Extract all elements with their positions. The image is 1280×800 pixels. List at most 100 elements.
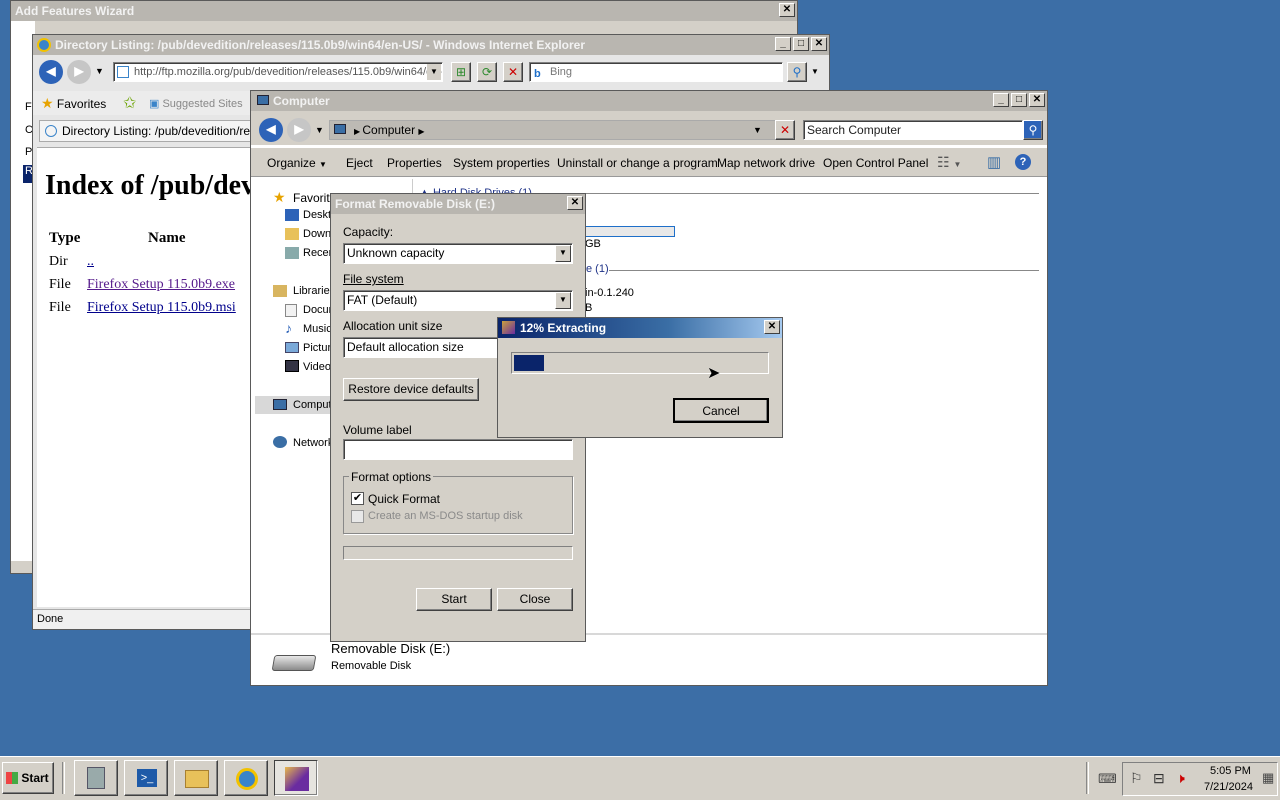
documents-icon — [285, 304, 297, 317]
start-button[interactable]: Start — [416, 588, 492, 611]
computer-icon — [257, 95, 269, 105]
ie-search-options-icon[interactable]: ▼ — [811, 67, 819, 76]
clock-date[interactable]: 7/21/2024 — [1204, 781, 1253, 793]
format-titlebar: Format Removable Disk (E:) — [331, 194, 585, 214]
properties-button[interactable]: Properties — [387, 156, 442, 170]
map-network-drive-button[interactable]: Map network drive — [717, 156, 815, 170]
action-center-flag-icon[interactable]: ⚐ — [1130, 770, 1143, 787]
ie-close-button[interactable]: ✕ — [811, 37, 827, 51]
msdos-label: Create an MS-DOS startup disk — [368, 510, 523, 522]
row-name-link[interactable]: Firefox Setup 115.0b9.exe — [87, 277, 235, 293]
explorer-breadcrumb[interactable]: ▶ Computer ▶ — [329, 120, 779, 140]
ie-maximize-button[interactable]: □ — [793, 37, 809, 51]
favorites-button[interactable]: ★ Favorites — [41, 95, 106, 112]
explorer-taskbar-button[interactable] — [174, 760, 218, 796]
keyboard-icon[interactable]: ⌨ — [1098, 771, 1117, 787]
breadcrumb-arrow-icon: ▶ — [418, 127, 425, 136]
nav-libraries[interactable]: Libraries — [293, 285, 335, 297]
row-name-link[interactable]: .. — [87, 254, 94, 270]
ie-history-dropdown-icon[interactable]: ▼ — [95, 66, 104, 76]
open-control-panel-button[interactable]: Open Control Panel — [823, 156, 928, 170]
explorer-maximize-button[interactable]: □ — [1011, 93, 1027, 107]
capacity-value: Unknown capacity — [347, 246, 445, 260]
wizard-close-button[interactable]: ✕ — [779, 3, 795, 17]
ie-search-input[interactable]: b Bing — [529, 62, 783, 82]
msdos-checkbox[interactable] — [351, 510, 364, 523]
hdd-usage-bar — [581, 226, 675, 237]
explorer-minimize-button[interactable]: _ — [993, 93, 1009, 107]
format-close-x-button[interactable]: ✕ — [567, 196, 583, 210]
add-favorites-icon[interactable]: ✩ — [123, 93, 136, 113]
volume-muted-icon[interactable]: 🕨 — [1176, 770, 1185, 787]
ie-minimize-button[interactable]: _ — [775, 37, 791, 51]
ie-taskbar-button[interactable] — [224, 760, 268, 796]
view-options-icon[interactable]: ☷ ▼ — [937, 154, 961, 171]
music-icon: ♪ — [285, 320, 292, 336]
eject-button[interactable]: Eject — [346, 156, 373, 170]
nav-network[interactable]: Network — [293, 437, 333, 449]
details-drive-type: Removable Disk — [331, 660, 412, 672]
refresh-button[interactable]: ⟳ — [477, 62, 497, 82]
breadcrumb-dropdown-icon[interactable]: ▼ — [753, 125, 762, 135]
tab-page-icon — [45, 125, 57, 137]
ie-address-dropdown-icon[interactable]: ▼ — [427, 64, 441, 80]
breadcrumb-computer-icon — [334, 124, 346, 134]
suggested-sites-link[interactable]: ▣ Suggested Sites — [149, 97, 243, 110]
row-name-link[interactable]: Firefox Setup 115.0b9.msi — [87, 300, 236, 316]
archive-icon — [285, 767, 309, 791]
organize-button[interactable]: Organize ▼ — [267, 156, 327, 170]
file-system-select[interactable]: FAT (Default) ▼ — [343, 290, 573, 311]
cancel-button[interactable]: Cancel — [673, 398, 769, 423]
ie-address-bar[interactable]: http://ftp.mozilla.org/pub/devedition/re… — [113, 62, 443, 82]
removable-disk-icon — [271, 655, 317, 671]
clock-time[interactable]: 5:05 PM — [1210, 765, 1251, 777]
extracting-dialog: 12% Extracting ✕ ➤ Cancel — [497, 317, 783, 438]
compatibility-view-button[interactable]: ⊞ — [451, 62, 471, 82]
explorer-close-button[interactable]: ✕ — [1029, 93, 1045, 107]
server-manager-icon — [87, 767, 105, 789]
favorites-star-icon: ★ — [41, 95, 54, 111]
uninstall-program-button[interactable]: Uninstall or change a program — [557, 156, 718, 170]
wizard-letter: F — [25, 101, 32, 113]
preview-pane-icon[interactable]: ▥ — [987, 153, 1001, 171]
explorer-search-button[interactable]: ⚲ — [1023, 120, 1043, 140]
explorer-refresh-button[interactable]: ✕ — [775, 120, 795, 140]
ie-forward-button[interactable]: ▶ — [67, 60, 91, 84]
stop-button[interactable]: ✕ — [503, 62, 523, 82]
nav-music[interactable]: Music — [303, 323, 332, 335]
quick-format-label[interactable]: Quick Format — [368, 492, 440, 506]
system-properties-button[interactable]: System properties — [453, 156, 550, 170]
ie-logo-icon — [236, 768, 258, 790]
allocation-value: Default allocation size — [347, 340, 464, 354]
close-button[interactable]: Close — [497, 588, 573, 611]
group-divider — [541, 193, 1039, 194]
volume-label-input[interactable] — [343, 439, 573, 460]
extracting-close-button[interactable]: ✕ — [764, 320, 780, 334]
show-desktop-icon[interactable]: ▦ — [1262, 770, 1274, 786]
tray-separator — [1086, 762, 1089, 794]
ie-back-button[interactable]: ◀ — [39, 60, 63, 84]
restore-defaults-button[interactable]: Restore device defaults — [343, 378, 479, 401]
system-tray — [1122, 762, 1278, 796]
archive-icon — [502, 321, 515, 334]
ie-address-text: http://ftp.mozilla.org/pub/devedition/re… — [134, 66, 443, 78]
explorer-back-button[interactable]: ◀ — [259, 118, 283, 142]
server-manager-taskbar-button[interactable] — [74, 760, 118, 796]
ie-search-button[interactable]: ⚲ — [787, 62, 807, 82]
winrar-taskbar-button[interactable] — [274, 760, 318, 796]
libraries-icon — [273, 285, 287, 297]
network-tray-icon[interactable]: ⊟ — [1153, 770, 1165, 787]
group-header-removable[interactable]: e (1) — [586, 263, 609, 275]
quick-format-checkbox[interactable]: ✔ — [351, 492, 364, 505]
hdd-size-text: GB — [585, 238, 601, 250]
capacity-select[interactable]: Unknown capacity ▼ — [343, 243, 573, 264]
explorer-search-input[interactable]: Search Computer — [803, 120, 1023, 140]
group-divider — [609, 270, 1039, 271]
start-menu-button[interactable]: Start — [2, 762, 54, 794]
ie-logo-icon — [37, 38, 51, 52]
help-icon[interactable]: ? — [1015, 154, 1031, 170]
explorer-history-icon[interactable]: ▼ — [315, 125, 324, 135]
explorer-forward-button[interactable]: ▶ — [287, 118, 311, 142]
desktop-icon — [285, 209, 299, 221]
powershell-taskbar-button[interactable]: >_ — [124, 760, 168, 796]
